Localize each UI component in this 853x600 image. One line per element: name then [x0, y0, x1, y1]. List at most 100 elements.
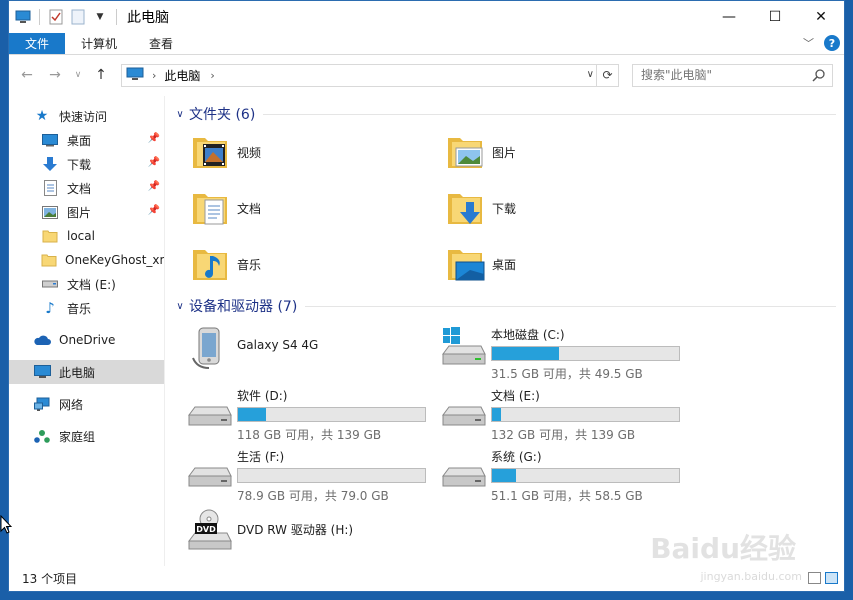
- sidebar-item-pictures[interactable]: 图片 📌: [9, 200, 164, 224]
- sidebar-item-network[interactable]: 网络: [9, 392, 164, 416]
- drive-item-c[interactable]: 本地磁盘 (C:) 31.5 GB 可用，共 49.5 GB: [439, 324, 695, 381]
- large-icons-view-icon[interactable]: [825, 572, 838, 584]
- drive-item-dvd[interactable]: DVD DVD RW 驱动器 (H:): [185, 507, 439, 557]
- sidebar-item-label: OneKeyGhost_xmc: [65, 253, 164, 267]
- drive-item-e[interactable]: 文档 (E:) 132 GB 可用，共 139 GB: [439, 385, 695, 442]
- search-input[interactable]: [641, 68, 801, 82]
- quick-access-toolbar: ▼: [9, 9, 119, 25]
- drive-icon: [185, 446, 233, 494]
- group-header-folders[interactable]: ∨ 文件夹 (6): [173, 102, 844, 126]
- address-bar[interactable]: › 此电脑 › ∨ ⟳: [121, 63, 619, 87]
- capacity-text: 132 GB 可用，共 139 GB: [491, 428, 636, 442]
- sidebar-item-label: OneDrive: [59, 333, 116, 347]
- capacity-fill: [492, 347, 560, 360]
- sidebar-item-local[interactable]: local: [9, 224, 164, 248]
- group-divider: [305, 305, 836, 307]
- folder-item-desktop[interactable]: 桌面: [446, 242, 701, 286]
- drive-item-g[interactable]: 系统 (G:) 51.1 GB 可用，共 58.5 GB: [439, 446, 695, 503]
- tab-view[interactable]: 查看: [133, 33, 189, 54]
- item-count: 13 个项目: [22, 572, 78, 586]
- expand-ribbon-chevron-icon[interactable]: ﹀: [803, 35, 814, 51]
- help-icon[interactable]: ?: [824, 35, 840, 51]
- watermark-logo: Baidu经验: [650, 532, 796, 565]
- search-box[interactable]: [632, 63, 833, 87]
- drive-icon: [439, 446, 487, 494]
- explorer-window: ▼ 此电脑 — ☐ ✕ 文件 计算机 查看 ﹀ ? ← → ∨ ↑ › 此电脑: [8, 0, 845, 592]
- pin-icon[interactable]: 📌: [148, 181, 160, 192]
- folder-icon: [41, 228, 59, 244]
- recent-locations-chevron-icon[interactable]: ∨: [71, 63, 85, 87]
- address-history-dropdown-icon[interactable]: ∨: [587, 69, 594, 80]
- sidebar-item-music[interactable]: ♪ 音乐: [9, 296, 164, 320]
- device-item-phone[interactable]: Galaxy S4 4G: [185, 324, 439, 374]
- tab-file[interactable]: 文件: [9, 33, 66, 54]
- drive-item-d[interactable]: 软件 (D:) 118 GB 可用，共 139 GB: [185, 385, 439, 442]
- folder-item-downloads[interactable]: 下载: [446, 186, 701, 230]
- ribbon-right: ﹀ ?: [803, 35, 840, 51]
- folder-item-documents[interactable]: 文档: [191, 186, 446, 230]
- document-folder-icon: [191, 188, 231, 228]
- file-view: ∨ 文件夹 (6) 视频 图片 文档 下载 音乐 桌面 ∨ 设备和驱动器 (7)…: [165, 96, 844, 566]
- maximize-button[interactable]: ☐: [752, 1, 798, 33]
- pin-icon[interactable]: 📌: [148, 157, 160, 168]
- breadcrumb-this-pc[interactable]: 此电脑: [164, 67, 200, 84]
- sidebar-item-downloads[interactable]: 下载 📌: [9, 152, 164, 176]
- collapse-chevron-icon[interactable]: ∨: [173, 301, 187, 312]
- pin-icon[interactable]: 📌: [148, 205, 160, 216]
- document-icon: [41, 180, 59, 196]
- drive-icon: [439, 385, 487, 433]
- group-title: 文件夹 (6): [189, 107, 256, 123]
- sidebar-item-onedrive[interactable]: OneDrive: [9, 328, 164, 352]
- refresh-button[interactable]: ⟳: [596, 64, 618, 86]
- this-pc-icon: [33, 364, 51, 380]
- sidebar-item-label: 网络: [59, 397, 84, 412]
- drive-info: 软件 (D:) 118 GB 可用，共 139 GB: [237, 385, 426, 443]
- capacity-fill: [492, 469, 517, 482]
- this-pc-icon[interactable]: [15, 9, 31, 25]
- breadcrumb-separator-icon[interactable]: ›: [210, 69, 214, 82]
- folder-item-pictures[interactable]: 图片: [446, 130, 701, 174]
- device-info: Galaxy S4 4G: [237, 324, 318, 352]
- back-button[interactable]: ←: [15, 63, 39, 87]
- sidebar-item-homegroup[interactable]: 家庭组: [9, 424, 164, 448]
- pin-icon[interactable]: 📌: [148, 133, 160, 144]
- sidebar-item-label: 图片: [67, 205, 92, 220]
- close-button[interactable]: ✕: [798, 1, 844, 33]
- collapse-chevron-icon[interactable]: ∨: [173, 109, 187, 120]
- cloud-icon: [33, 332, 51, 348]
- forward-button[interactable]: →: [43, 63, 67, 87]
- new-folder-icon[interactable]: [70, 9, 86, 25]
- sidebar-item-drive-e[interactable]: 文档 (E:): [9, 272, 164, 296]
- music-icon: ♪: [45, 299, 55, 317]
- customize-toolbar-chevron-icon[interactable]: ▼: [92, 9, 108, 25]
- toolbar-separator: [116, 9, 117, 25]
- folder-icon: [41, 252, 57, 268]
- folder-item-music[interactable]: 音乐: [191, 242, 446, 286]
- sidebar-item-onekeyghost[interactable]: OneKeyGhost_xmc: [9, 248, 164, 272]
- search-icon[interactable]: [812, 68, 826, 85]
- capacity-fill: [238, 408, 267, 421]
- up-button[interactable]: ↑: [89, 63, 113, 87]
- capacity-bar: [491, 468, 680, 483]
- drive-label: 软件 (D:): [237, 389, 288, 403]
- folders-grid: 视频 图片 文档 下载 音乐 桌面: [173, 130, 844, 286]
- device-label: Galaxy S4 4G: [237, 338, 319, 352]
- tab-computer[interactable]: 计算机: [65, 33, 133, 54]
- breadcrumb-separator-icon[interactable]: ›: [152, 69, 156, 82]
- minimize-button[interactable]: —: [706, 1, 752, 33]
- sidebar-item-quick-access[interactable]: ★ 快速访问: [9, 104, 164, 128]
- drive-info: 本地磁盘 (C:) 31.5 GB 可用，共 49.5 GB: [491, 324, 680, 382]
- sidebar-item-label: 快速访问: [59, 109, 108, 124]
- folder-item-videos[interactable]: 视频: [191, 130, 446, 174]
- windows-drive-icon: [439, 324, 487, 372]
- sidebar-item-desktop[interactable]: 桌面 📌: [9, 128, 164, 152]
- sidebar-item-this-pc[interactable]: 此电脑: [9, 360, 164, 384]
- details-view-icon[interactable]: [808, 572, 821, 584]
- sidebar-item-documents[interactable]: 文档 📌: [9, 176, 164, 200]
- drive-item-f[interactable]: 生活 (F:) 78.9 GB 可用，共 79.0 GB: [185, 446, 439, 503]
- navigation-bar: ← → ∨ ↑ › 此电脑 › ∨ ⟳: [9, 55, 844, 95]
- group-header-devices[interactable]: ∨ 设备和驱动器 (7): [173, 294, 844, 318]
- properties-icon[interactable]: [48, 9, 64, 25]
